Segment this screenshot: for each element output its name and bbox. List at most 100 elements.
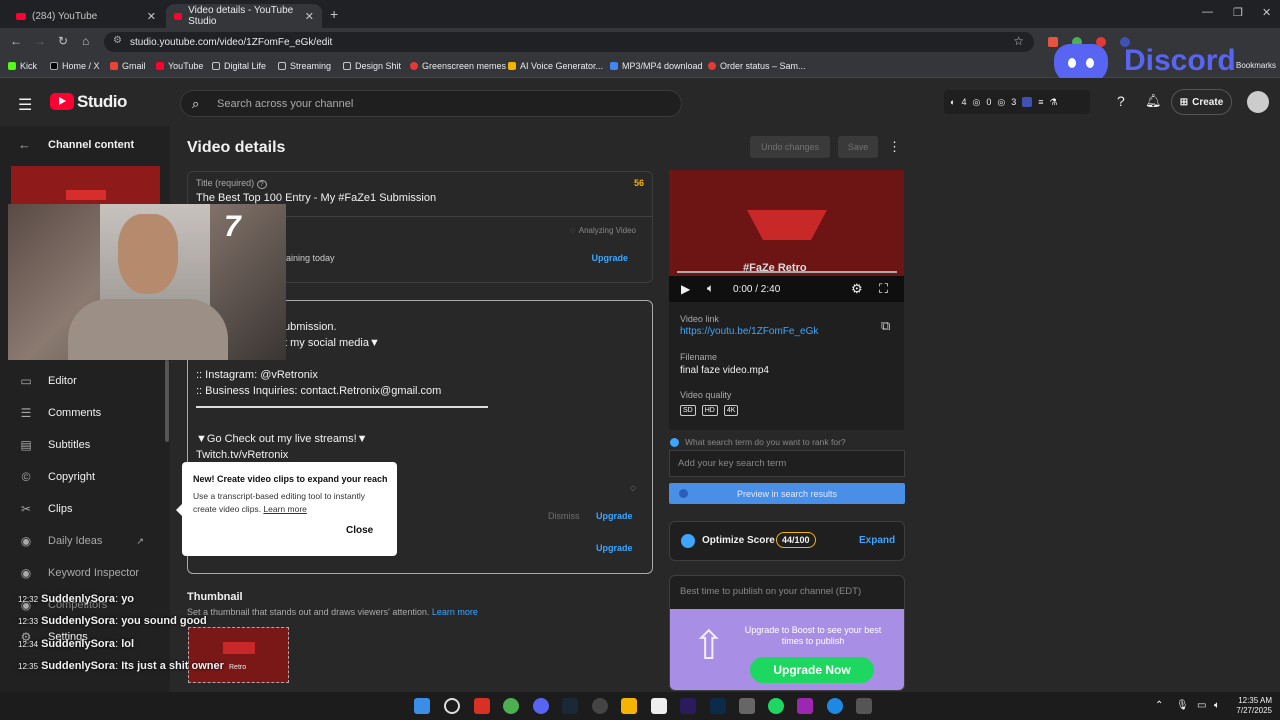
chevron-up-icon[interactable]: ⌃ xyxy=(1155,700,1163,711)
home-icon[interactable]: ⌂ xyxy=(82,34,89,48)
expand-button[interactable]: Expand xyxy=(859,535,895,546)
learn-more-link[interactable]: Learn more xyxy=(263,504,306,514)
tab-video-details[interactable]: Video details - YouTube Studio ✕ xyxy=(166,4,322,28)
chat-time: 12:32 xyxy=(18,595,39,604)
tubebuddy-stats[interactable]: ◐ 4 ◎ 0 ◎ 3 ≡ ⚗ xyxy=(944,90,1090,114)
bell-icon[interactable]: 🔔︎ xyxy=(1145,93,1162,109)
back-arrow-icon[interactable]: ← xyxy=(18,137,31,152)
search-icon[interactable] xyxy=(444,698,460,714)
bookmark-ai-voice[interactable]: AI Voice Generator... xyxy=(508,61,603,71)
help-icon[interactable]: ? xyxy=(1117,93,1125,109)
back-icon[interactable]: ← xyxy=(10,34,22,48)
bookmark-streaming[interactable]: Streaming xyxy=(278,61,331,71)
preview-search-button[interactable]: Preview in search results xyxy=(669,483,905,504)
site-info-icon[interactable]: ⚙ xyxy=(113,35,122,46)
more-options-icon[interactable]: ⋮ xyxy=(888,139,901,155)
discord-icon[interactable] xyxy=(533,698,549,714)
close-window-icon[interactable]: ✕ xyxy=(1262,6,1271,19)
boost-promo: ⇧ Upgrade to Boost to see your best time… xyxy=(670,609,904,690)
app-icon[interactable] xyxy=(856,698,872,714)
bookmark-x[interactable]: Home / X xyxy=(50,61,100,71)
thumbnail-preview[interactable]: Retro xyxy=(188,627,289,683)
bookmark-youtube[interactable]: YouTube xyxy=(156,61,203,71)
youtube-logo-icon[interactable] xyxy=(50,93,74,110)
video-info-panel: Video link https://youtu.be/1ZFomFe_eGk … xyxy=(669,302,904,430)
star-icon[interactable]: ☆ xyxy=(1013,34,1024,48)
upgrade-link[interactable]: Upgrade xyxy=(591,253,628,263)
search-input[interactable]: ⌕ Search across your channel xyxy=(180,90,682,117)
chat-user: SuddenlySora xyxy=(41,660,116,672)
play-icon[interactable]: ▶ xyxy=(681,282,690,296)
new-tab-icon[interactable]: + xyxy=(330,6,338,22)
volume-icon[interactable]: 🔈︎ xyxy=(707,281,714,296)
chrome-icon[interactable] xyxy=(503,698,519,714)
all-bookmarks[interactable]: Bookmarks xyxy=(1236,61,1276,70)
extension-icon[interactable] xyxy=(1048,37,1058,47)
notion-icon[interactable] xyxy=(651,698,667,714)
maximize-icon[interactable]: ❐ xyxy=(1233,6,1243,19)
app-icon[interactable] xyxy=(739,698,755,714)
bookmark-mp3[interactable]: MP3/MP4 download xyxy=(610,61,703,71)
keyword-input[interactable]: Add your key search term xyxy=(669,450,905,477)
gear-icon[interactable]: ⚙ xyxy=(851,281,863,297)
webcam-overlay: 7 xyxy=(8,204,286,360)
avatar[interactable] xyxy=(1247,91,1269,113)
minimize-icon[interactable]: — xyxy=(1202,6,1213,18)
bookmark-greenscreen[interactable]: Greenscreen memes xyxy=(410,61,506,71)
create-button[interactable]: ⊞ Create xyxy=(1171,89,1232,115)
monitor-icon[interactable]: ▭ xyxy=(1197,700,1206,711)
undo-changes-button[interactable]: Undo changes xyxy=(750,136,830,158)
title-input[interactable]: The Best Top 100 Entry - My #FaZe1 Submi… xyxy=(196,192,436,204)
menu-icon[interactable]: ☰ xyxy=(18,95,32,115)
learn-more-link[interactable]: Learn more xyxy=(432,607,478,617)
save-button[interactable]: Save xyxy=(838,136,878,158)
spotify-icon[interactable] xyxy=(768,698,784,714)
app-icon[interactable] xyxy=(474,698,490,714)
sidebar-item-daily-ideas[interactable]: ◉ Daily Ideas ↗ xyxy=(18,534,144,548)
upgrade-link[interactable]: Upgrade xyxy=(596,511,633,521)
studio-logo-text[interactable]: Studio xyxy=(77,92,127,112)
dismiss-button[interactable]: Dismiss xyxy=(548,511,580,521)
bookmark-design[interactable]: Design Shit xyxy=(343,61,401,71)
copy-icon[interactable]: ⧉ xyxy=(881,318,890,334)
bookmark-digital-life[interactable]: Digital Life xyxy=(212,61,266,71)
folder-icon[interactable] xyxy=(621,698,637,714)
close-icon[interactable]: ✕ xyxy=(147,10,156,23)
bookmark-kick[interactable]: Kick xyxy=(8,61,37,71)
fullscreen-icon[interactable]: ⛶ xyxy=(879,281,888,297)
premiere-icon[interactable] xyxy=(680,698,696,714)
steam-icon[interactable] xyxy=(562,698,578,714)
sidebar-item-subtitles[interactable]: ▤ Subtitles xyxy=(18,438,90,452)
sidebar-item-editor[interactable]: ▭ Editor xyxy=(18,374,76,388)
reload-icon[interactable]: ↻ xyxy=(58,34,68,48)
upgrade-link[interactable]: Upgrade xyxy=(596,543,633,553)
stat-value: 3 xyxy=(1011,97,1017,107)
obs-icon[interactable] xyxy=(592,698,608,714)
chat-message: 12:34 SuddenlySora: lol xyxy=(18,638,135,650)
video-link[interactable]: https://youtu.be/1ZFomFe_eGk xyxy=(680,326,818,337)
close-button[interactable]: Close xyxy=(346,525,373,536)
sidebar-item-keyword-inspector[interactable]: ◉ Keyword Inspector xyxy=(18,566,139,580)
bookmark-order-status[interactable]: Order status – Sam... xyxy=(708,61,806,71)
windows-start-icon[interactable] xyxy=(414,698,430,714)
sidebar-item-comments[interactable]: ☰ Comments xyxy=(18,406,102,420)
photoshop-icon[interactable] xyxy=(710,698,726,714)
channel-content-link[interactable]: Channel content xyxy=(48,139,134,151)
app-icon[interactable] xyxy=(797,698,813,714)
upgrade-now-button[interactable]: Upgrade Now xyxy=(750,657,874,683)
forward-icon[interactable]: → xyxy=(34,34,46,48)
sidebar-item-copyright[interactable]: © Copyright xyxy=(18,470,96,484)
url-field[interactable]: ⚙ studio.youtube.com/video/1ZFomFe_eGk/e… xyxy=(104,32,1034,52)
chat-text: lol xyxy=(121,638,135,650)
close-icon[interactable]: ✕ xyxy=(305,10,314,23)
sidebar-video-thumbnail[interactable] xyxy=(11,166,160,208)
app-icon[interactable] xyxy=(827,698,843,714)
sidebar-item-clips[interactable]: ✂ Clips xyxy=(18,502,72,516)
sidebar-scrollbar[interactable] xyxy=(165,360,169,442)
clock[interactable]: 12:35 AM 7/27/2025 xyxy=(1228,696,1272,716)
bookmark-gmail[interactable]: Gmail xyxy=(110,61,146,71)
tab-youtube[interactable]: (284) YouTube ✕ xyxy=(8,4,164,28)
mic-icon[interactable]: 🎙︎ xyxy=(1176,700,1189,711)
volume-icon[interactable]: 🔈︎ xyxy=(1214,700,1220,711)
progress-bar[interactable] xyxy=(677,271,897,273)
